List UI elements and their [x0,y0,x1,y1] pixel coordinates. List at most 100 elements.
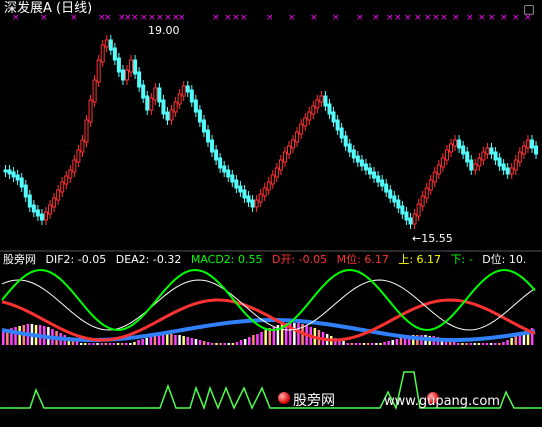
candle-body [96,59,101,83]
macd-bar [198,340,202,345]
candle-body [424,187,429,199]
marker-x: × [164,13,172,23]
candle-body [15,174,20,181]
macd-bar [494,343,497,345]
macd-bar [186,337,189,345]
candle-body [100,44,105,63]
macd-bar [514,336,517,345]
candle-body [129,59,134,73]
candle-body [201,119,206,133]
macd-bar [100,343,103,345]
macd-bar [207,342,210,345]
candle-body [473,163,478,171]
macd-bar [502,342,505,345]
candle-body [60,181,65,193]
candle-body [363,163,368,171]
candle-body [246,195,251,203]
candle-body [226,169,231,178]
candle-body [31,204,36,213]
candle-body [80,139,85,153]
candle-body [108,39,113,51]
candle-body [7,169,12,175]
candle-body [104,39,109,48]
candle-body [165,111,170,121]
red-ball-icon [278,392,290,404]
marker-x: × [156,13,164,23]
macd-bar [141,339,144,345]
low-price-label: ←15.55 [412,232,453,245]
macd-bar [182,336,185,345]
marker-x: × [394,13,402,23]
macd-bar [252,335,255,345]
macd-bar [243,339,247,345]
macd-bar [264,330,267,345]
candle-body [88,99,93,123]
marker-x: × [212,13,220,23]
macd-bar [260,332,263,345]
candle-body [497,157,502,167]
marker-x: × [478,13,486,23]
macd-bar [202,341,206,345]
candle-body [525,139,530,149]
candle-body [287,145,291,155]
marker-x: × [224,13,232,23]
candle-body [206,129,210,143]
candle-body [185,85,190,93]
marker-x: × [148,13,156,23]
macd-bar [399,338,403,345]
candle-body [368,167,372,175]
macd-bar [178,335,181,345]
macd-bar [239,340,243,345]
macd-bar [79,343,83,345]
candle-body [461,145,466,155]
indicator-legend: 股旁网 DIF2: -0.05 DEA2: -0.32 MACD2: 0.55 … [3,253,532,267]
macd-bar [153,336,157,345]
candle-body [295,131,300,143]
macd-bar [92,343,95,345]
macd-bar [129,343,132,345]
candle-body [319,95,324,103]
candle-body [291,139,296,149]
candle-body [222,165,227,173]
dif-line [1,279,536,331]
macd-bar [108,343,112,345]
candle-body [388,189,393,199]
macd-bar [481,343,485,345]
macd-bar [395,339,399,345]
candle-body [311,105,316,115]
macd-bar [362,343,366,345]
candle-body [343,135,348,147]
macd-bar [88,343,91,345]
macd-bar [112,343,116,345]
candle-body [218,157,223,169]
candle-body [327,103,332,115]
watermark-cn: 股旁网 [293,393,335,409]
candle-body [436,164,441,175]
candle-body [428,179,433,191]
marker-x: × [266,13,274,23]
marker-x: × [404,13,412,23]
macd-bar [453,342,456,345]
macd-bar [346,343,349,345]
marker-x: × [104,13,112,23]
candle-body [453,139,458,147]
candle-body [351,149,356,159]
marker-x: × [372,13,380,23]
macd-bar [18,326,21,345]
d-pos-value: D位: 10. [482,253,527,266]
candle-body [145,95,150,111]
up-value: 上: 6.17 [398,253,442,266]
macd-bar [387,341,390,345]
candle-body [64,175,69,185]
candle-body [177,93,182,105]
macd-bar [293,323,296,345]
square-icon[interactable]: □ [522,2,536,16]
macd-bar [383,342,386,345]
macd-bar [170,334,173,345]
macd-bar [137,340,140,345]
macd-bar [227,343,230,345]
candle-body [189,89,194,103]
macd-bar [473,343,476,345]
candle-body [153,87,158,101]
macd-bar [510,338,513,345]
